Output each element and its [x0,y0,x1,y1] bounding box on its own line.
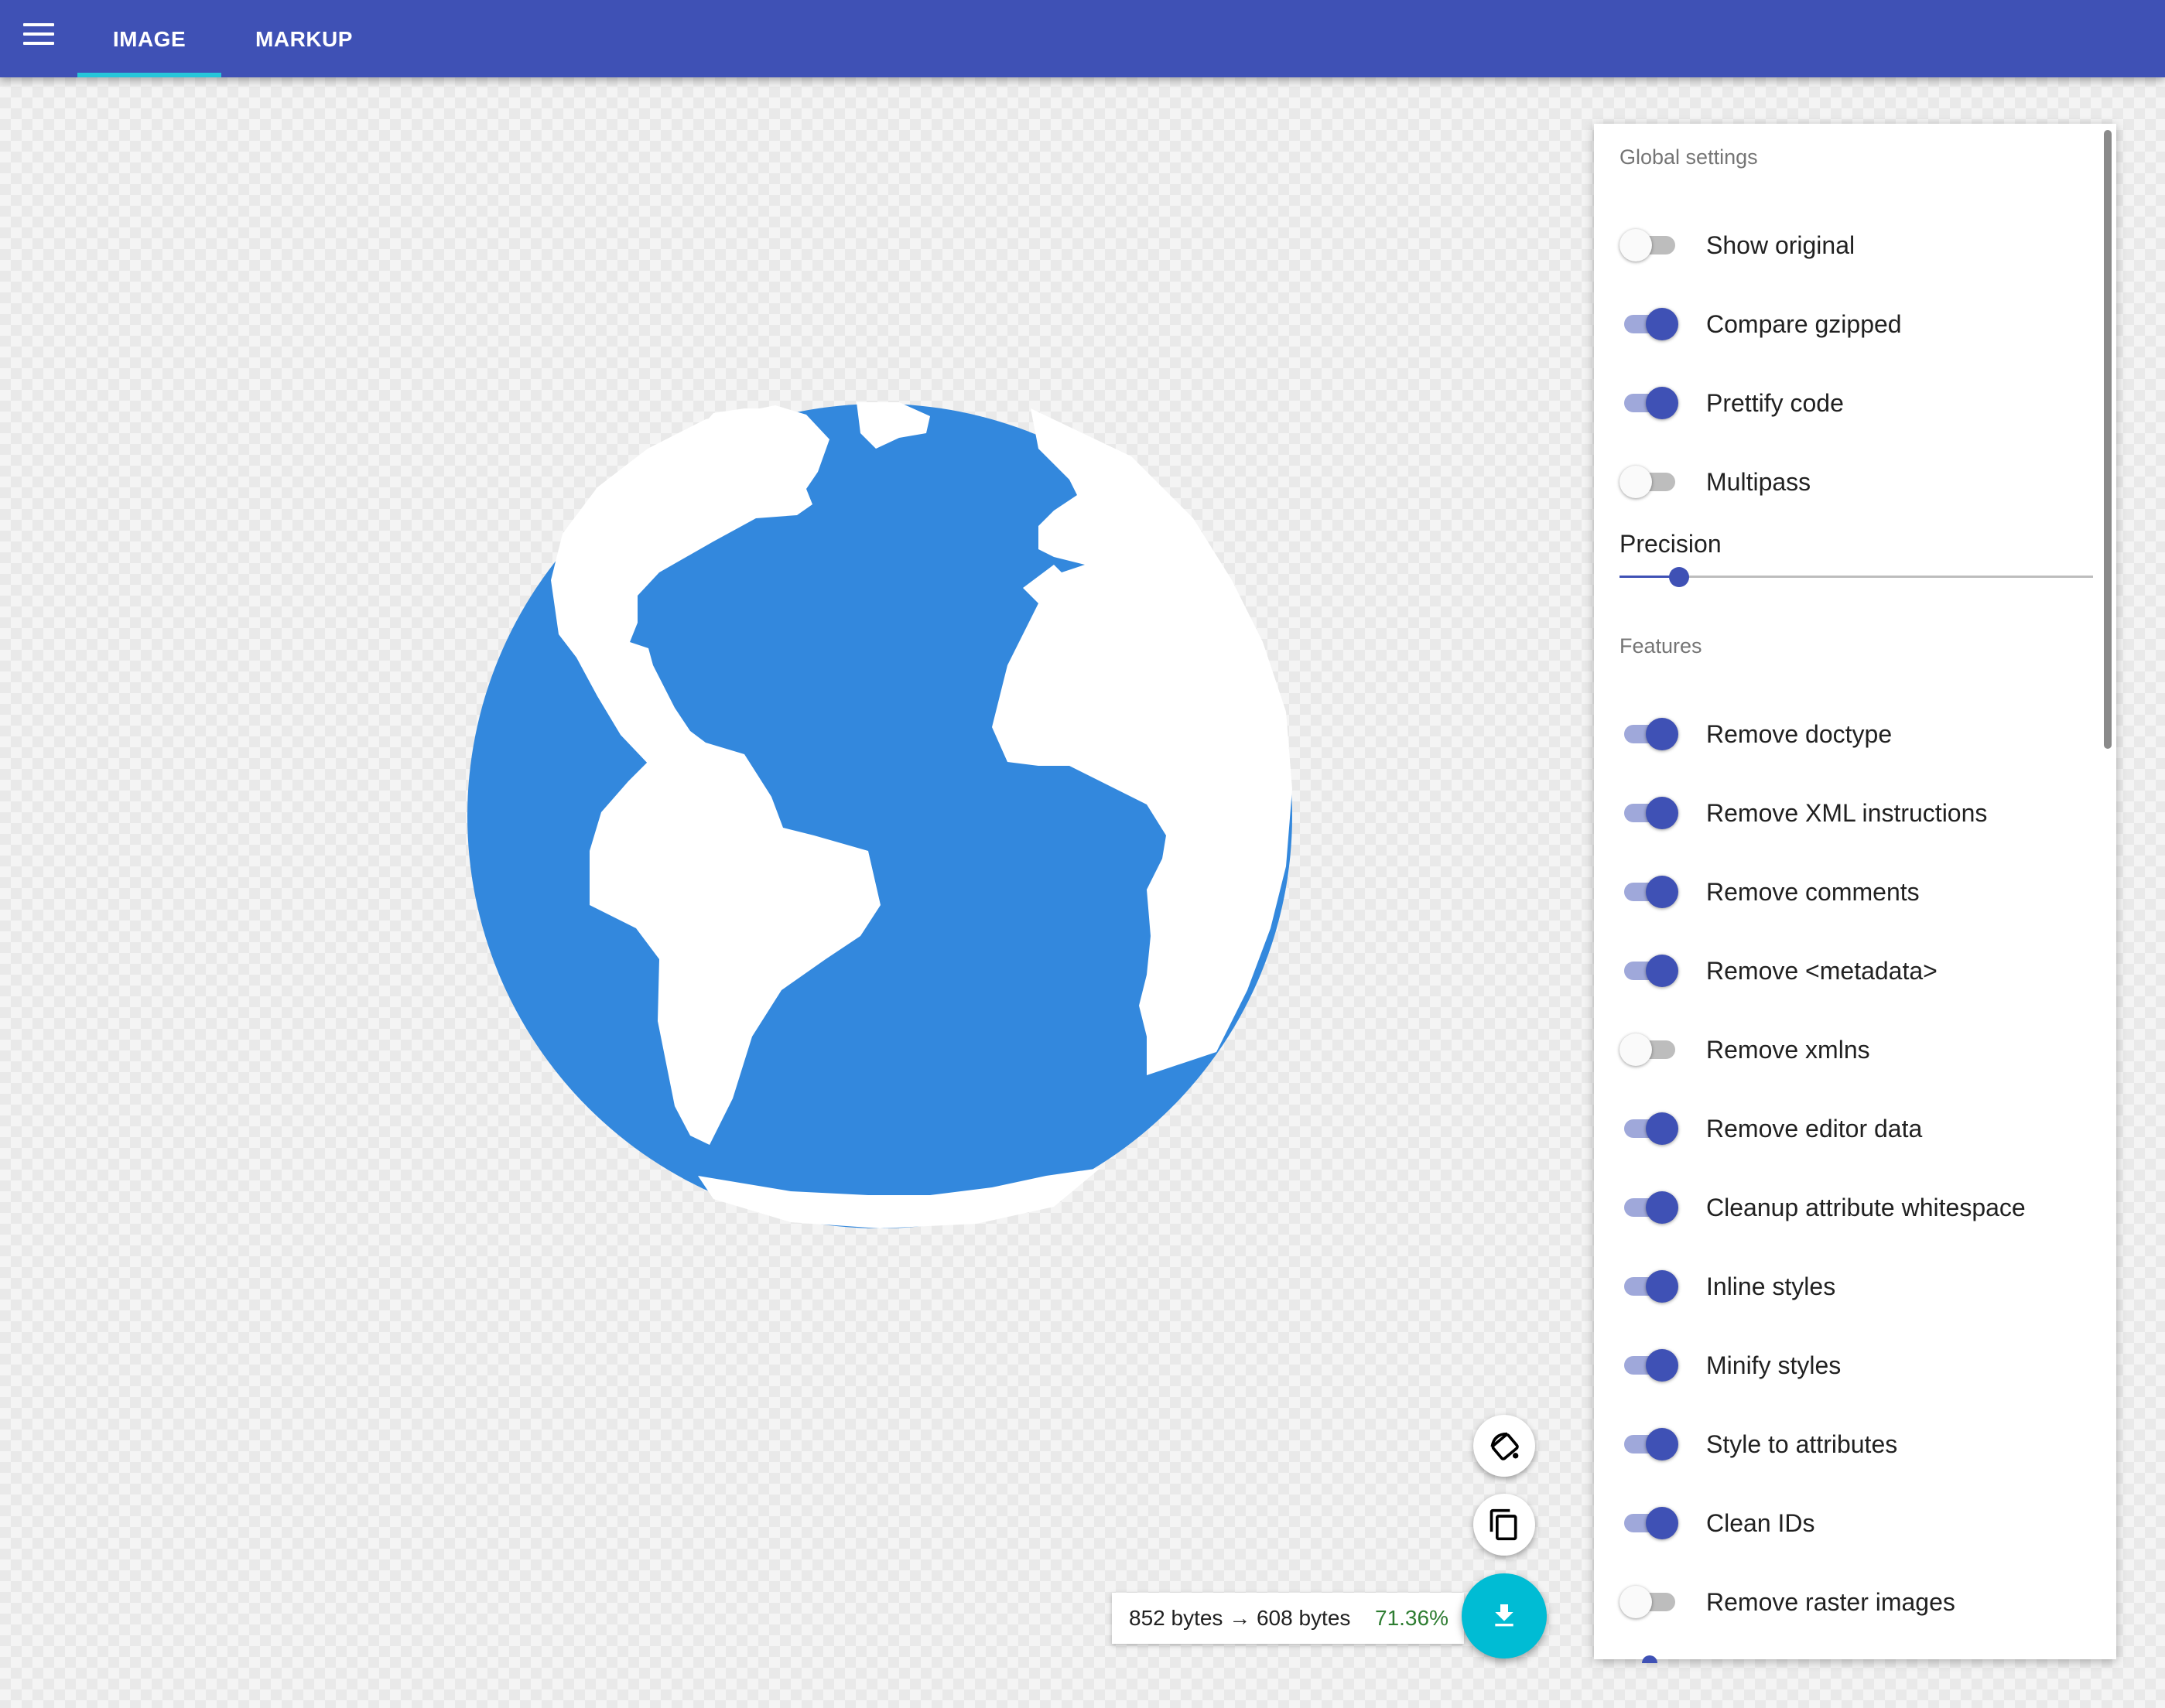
multipass-label: Multipass [1706,468,1811,496]
copy-icon [1490,1508,1517,1541]
setting-cleanup-attribute-whitespace[interactable]: Cleanup attribute whitespace [1619,1183,2084,1229]
download-button[interactable] [1462,1573,1547,1658]
toggle-thumb [1646,308,1678,340]
remove-xmlns-label: Remove xmlns [1706,1036,1870,1064]
style-to-attributes-toggle[interactable] [1619,1419,1680,1466]
inline-styles-toggle[interactable] [1619,1262,1680,1308]
toggle-thumb [1646,1191,1678,1224]
paint-bucket-icon [1490,1432,1519,1460]
prettify-code-toggle[interactable] [1619,378,1680,425]
toggle-thumb [1646,797,1678,829]
clean-ids-label: Clean IDs [1706,1509,1815,1537]
show-original-label: Show original [1706,231,1855,259]
toggle-thumb [1646,1428,1678,1460]
setting-remove-doctype[interactable]: Remove doctype [1619,709,2084,756]
toggle-thumb [1646,876,1678,908]
minify-styles-label: Minify styles [1706,1351,1842,1379]
remove-editor-data-label: Remove editor data [1706,1115,1923,1143]
file-size-comparison: 852 bytes → 608 bytes [1129,1606,1351,1630]
setting-inline-styles[interactable]: Inline styles [1619,1262,2084,1308]
setting-remove-xmlns[interactable]: Remove xmlns [1619,1025,2084,1071]
hamburger-menu-icon[interactable] [23,23,54,46]
setting-compare-gzipped[interactable]: Compare gzipped [1619,299,2084,346]
features-title: Features [1619,634,1702,658]
setting-style-to-attributes[interactable]: Style to attributes [1619,1419,2084,1466]
inline-styles-label: Inline styles [1706,1272,1836,1300]
copy-button[interactable] [1473,1494,1535,1556]
download-icon [1495,1604,1513,1627]
global-settings-title: Global settings [1619,145,1758,169]
globe-image-preview [467,402,1292,1228]
precision-slider-rail [1619,576,2093,578]
remove-xml-instructions-toggle[interactable] [1619,788,1680,835]
remove-xmlns-toggle[interactable] [1619,1025,1680,1071]
toggle-thumb [1646,1270,1678,1303]
remove-comments-label: Remove comments [1706,878,1920,906]
remove-metadata-label: Remove <metadata> [1706,957,1938,985]
remove-xml-instructions-label: Remove XML instructions [1706,799,1988,827]
compare-gzipped-toggle[interactable] [1619,299,1680,346]
remove-doctype-toggle[interactable] [1619,709,1680,756]
setting-remove-comments[interactable]: Remove comments [1619,867,2084,914]
size-reduction-percent: 71.36% [1375,1606,1448,1630]
toggle-thumb [1646,1507,1678,1539]
remove-editor-data-toggle[interactable] [1619,1104,1680,1150]
toggle-thumb [1646,1112,1678,1145]
setting-clean-ids[interactable]: Clean IDs [1619,1498,2084,1545]
settings-panel: Global settings Show original Compare gzi… [1594,124,2116,1659]
active-tab-indicator [77,73,221,77]
toggle-thumb [1619,1586,1652,1618]
setting-minify-styles[interactable]: Minify styles [1619,1341,2084,1387]
cleanup-attribute-whitespace-label: Cleanup attribute whitespace [1706,1194,2026,1221]
setting-multipass[interactable]: Multipass [1619,457,2084,504]
compare-gzipped-label: Compare gzipped [1706,310,1902,338]
setting-remove-xml-instructions[interactable]: Remove XML instructions [1619,788,2084,835]
toggle-thumb [1619,1033,1652,1066]
show-original-toggle[interactable] [1619,220,1680,267]
remove-raster-images-toggle[interactable] [1619,1577,1680,1624]
panel-scrollbar[interactable] [2104,130,2112,749]
style-to-attributes-label: Style to attributes [1706,1430,1898,1458]
prettify-code-label: Prettify code [1706,389,1844,417]
toggle-thumb [1646,718,1678,750]
tab-image[interactable]: IMAGE [77,0,221,77]
setting-remove-raster-images[interactable]: Remove raster images [1619,1577,2084,1624]
precision-label: Precision [1619,530,1722,558]
clean-ids-toggle[interactable] [1619,1498,1680,1545]
tab-markup[interactable]: MARKUP [248,0,361,77]
setting-remove-metadata[interactable]: Remove <metadata> [1619,946,2084,992]
minify-styles-toggle[interactable] [1619,1341,1680,1387]
precision-slider-thumb[interactable] [1668,567,1689,587]
remove-doctype-label: Remove doctype [1706,720,1893,748]
setting-remove-editor-data[interactable]: Remove editor data [1619,1104,2084,1150]
toggle-thumb [1619,466,1652,498]
remove-raster-images-label: Remove raster images [1706,1588,1955,1616]
remove-metadata-toggle[interactable] [1619,946,1680,992]
remove-comments-toggle[interactable] [1619,867,1680,914]
toggle-thumb [1619,229,1652,261]
toggle-thumb [1646,387,1678,419]
setting-show-original[interactable]: Show original [1619,220,2084,267]
cleanup-attribute-whitespace-toggle[interactable] [1619,1183,1680,1229]
multipass-toggle[interactable] [1619,457,1680,504]
toggle-thumb [1646,1349,1678,1382]
background-color-button[interactable] [1473,1415,1535,1477]
toggle-thumb [1646,955,1678,987]
precision-slider[interactable] [1619,562,2093,593]
app-bar: IMAGE MARKUP [0,0,2165,77]
setting-prettify-code[interactable]: Prettify code [1619,378,2084,425]
results-display: 852 bytes → 608 bytes 71.36% [1112,1593,1464,1644]
